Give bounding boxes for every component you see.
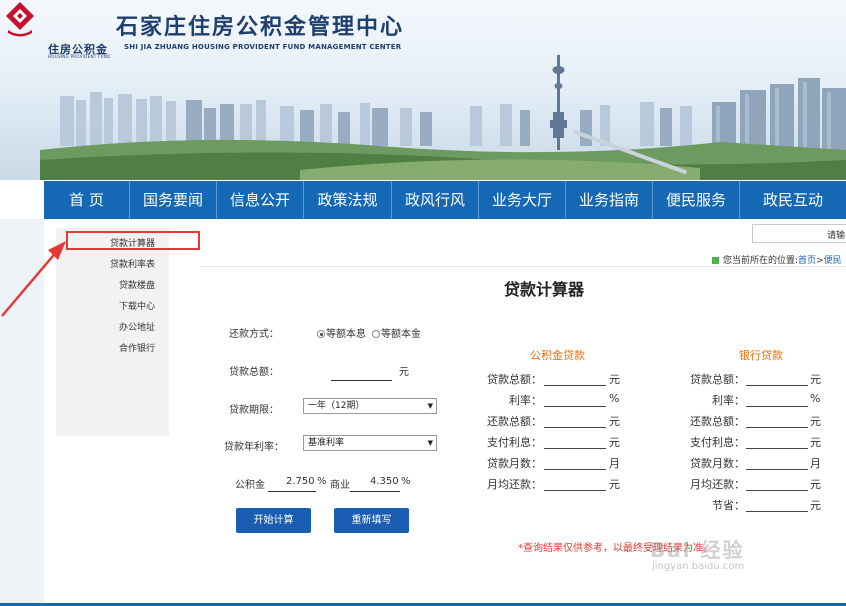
highlight-box <box>66 231 200 250</box>
bank-loan-heading: 银行贷款 <box>739 349 783 362</box>
reset-button[interactable]: 重新填写 <box>334 508 409 533</box>
site-title: 石家庄住房公积金管理中心 <box>116 14 405 40</box>
fund-rate-result-field <box>544 406 606 407</box>
annual-rate-label: 贷款年利率： <box>224 442 284 453</box>
bank-months-field <box>746 469 808 470</box>
bank-monthly-unit: 元 <box>810 478 821 491</box>
fund-interest-field <box>544 448 606 449</box>
fund-interest-label: 支付利息： <box>487 436 542 449</box>
bank-total-field <box>746 385 808 386</box>
fund-monthly-field <box>544 490 606 491</box>
fund-total-label: 贷款总额： <box>487 373 542 386</box>
nav-item-service-hall[interactable]: 业务大厅 <box>479 181 566 219</box>
fund-total-field <box>544 385 606 386</box>
header-banner: 住房公积金 HOUSING PROVIDENT FUND 石家庄住房公积金管理中… <box>0 0 846 180</box>
main-nav: 首 页 国务要闻 信息公开 政策法规 政风行风 业务大厅 业务指南 便民服务 政… <box>44 181 846 219</box>
watermark-url: jingyan.baidu.com <box>652 561 745 572</box>
fund-rate-underline <box>268 491 316 492</box>
bank-months-unit: 月 <box>810 457 821 470</box>
nav-item-state-news[interactable]: 国务要闻 <box>130 181 217 219</box>
search-input[interactable]: 请输 <box>752 224 846 243</box>
bank-rate-label: 利率： <box>712 394 745 407</box>
bank-interest-unit: 元 <box>810 436 821 449</box>
nav-item-home[interactable]: 首 页 <box>44 181 130 219</box>
page-title: 贷款计算器 <box>504 280 585 299</box>
repay-option-equal-principal[interactable]: 等额本金 <box>372 325 421 340</box>
sidebar-item-downloads[interactable]: 下载中心 <box>119 299 155 312</box>
repay-option-equal-installment[interactable]: 等额本息 <box>317 325 366 340</box>
nav-item-info-disclosure[interactable]: 信息公开 <box>217 181 304 219</box>
nav-item-interaction[interactable]: 政民互动 <box>740 181 846 219</box>
fund-months-label: 贷款月数： <box>487 457 542 470</box>
commercial-rate-underline <box>350 491 400 492</box>
fund-monthly-label: 月均还款： <box>487 478 542 491</box>
chevron-down-icon: ▼ <box>427 439 433 447</box>
loan-term-select[interactable]: 一年（12期） ▼ <box>303 398 437 414</box>
watermark-logo: Bai 经验 <box>650 538 745 562</box>
breadcrumb-home-link[interactable]: 首页 <box>798 256 816 266</box>
commercial-rate-input[interactable]: 4.350 <box>370 476 399 487</box>
bank-monthly-field <box>746 490 808 491</box>
bank-repay-total-field <box>746 427 808 428</box>
logo-icon <box>6 2 34 37</box>
fund-repay-total-label: 还款总额： <box>487 415 542 428</box>
bank-repay-total-label: 还款总额： <box>690 415 745 428</box>
loan-total-unit: 元 <box>399 367 409 378</box>
fund-rate-pct: % <box>317 476 327 487</box>
repay-method-label: 还款方式： <box>229 329 279 340</box>
fund-months-field <box>544 469 606 470</box>
content-divider <box>200 266 846 267</box>
bank-savings-unit: 元 <box>810 499 821 512</box>
sidebar-item-partner-banks[interactable]: 合作银行 <box>119 341 155 354</box>
nav-item-service-guide[interactable]: 业务指南 <box>566 181 653 219</box>
commercial-rate-pct: % <box>401 476 411 487</box>
breadcrumb: 您当前所在的位置:首页>便民 <box>712 253 842 266</box>
sidebar-item-office-address[interactable]: 办公地址 <box>119 320 155 333</box>
nav-item-conduct[interactable]: 政风行风 <box>392 181 479 219</box>
nav-item-policies[interactable]: 政策法规 <box>304 181 392 219</box>
fund-months-unit: 月 <box>609 457 620 470</box>
loan-total-label: 贷款总额： <box>229 367 279 378</box>
annual-rate-select[interactable]: 基准利率 ▼ <box>303 435 437 451</box>
fund-repay-total-field <box>544 427 606 428</box>
chevron-down-icon: ▼ <box>427 402 433 410</box>
bank-savings-field <box>746 511 808 512</box>
loan-term-label: 贷款期限： <box>229 405 279 416</box>
bank-monthly-label: 月均还款： <box>690 478 745 491</box>
fund-monthly-unit: 元 <box>609 478 620 491</box>
fund-rate-label: 公积金 <box>235 480 265 491</box>
bank-total-unit: 元 <box>810 373 821 386</box>
bank-rate-unit: % <box>810 392 821 405</box>
calculate-button[interactable]: 开始计算 <box>236 508 311 533</box>
breadcrumb-current-link[interactable]: 便民 <box>824 256 842 266</box>
bank-rate-field <box>746 406 808 407</box>
fund-total-unit: 元 <box>609 373 620 386</box>
fund-rate-result-unit: % <box>609 392 620 405</box>
sidebar-item-rate-table[interactable]: 贷款利率表 <box>110 257 155 270</box>
loan-total-input[interactable] <box>331 380 392 381</box>
commercial-rate-label: 商业 <box>330 480 350 491</box>
fund-repay-total-unit: 元 <box>609 415 620 428</box>
red-arrow-annotation <box>1 241 66 317</box>
bank-interest-field <box>746 448 808 449</box>
fund-loan-heading: 公积金贷款 <box>530 349 585 362</box>
nav-item-convenience[interactable]: 便民服务 <box>653 181 740 219</box>
radio-equal-principal[interactable] <box>372 330 380 338</box>
radio-equal-installment[interactable] <box>317 330 325 338</box>
bank-total-label: 贷款总额： <box>690 373 745 386</box>
logo-text-en: HOUSING PROVIDENT FUND <box>48 54 111 59</box>
breadcrumb-icon <box>712 257 719 264</box>
bank-months-label: 贷款月数： <box>690 457 745 470</box>
bank-interest-label: 支付利息： <box>690 436 745 449</box>
site-subtitle: SHI JIA ZHUANG HOUSING PROVIDENT FUND MA… <box>124 43 402 51</box>
fund-rate-result-label: 利率： <box>509 394 542 407</box>
sidebar-item-loan-properties[interactable]: 贷款楼盘 <box>119 278 155 291</box>
bank-savings-label: 节省： <box>712 499 745 512</box>
fund-rate-input[interactable]: 2.750 <box>286 476 315 487</box>
fund-interest-unit: 元 <box>609 436 620 449</box>
bank-repay-total-unit: 元 <box>810 415 821 428</box>
